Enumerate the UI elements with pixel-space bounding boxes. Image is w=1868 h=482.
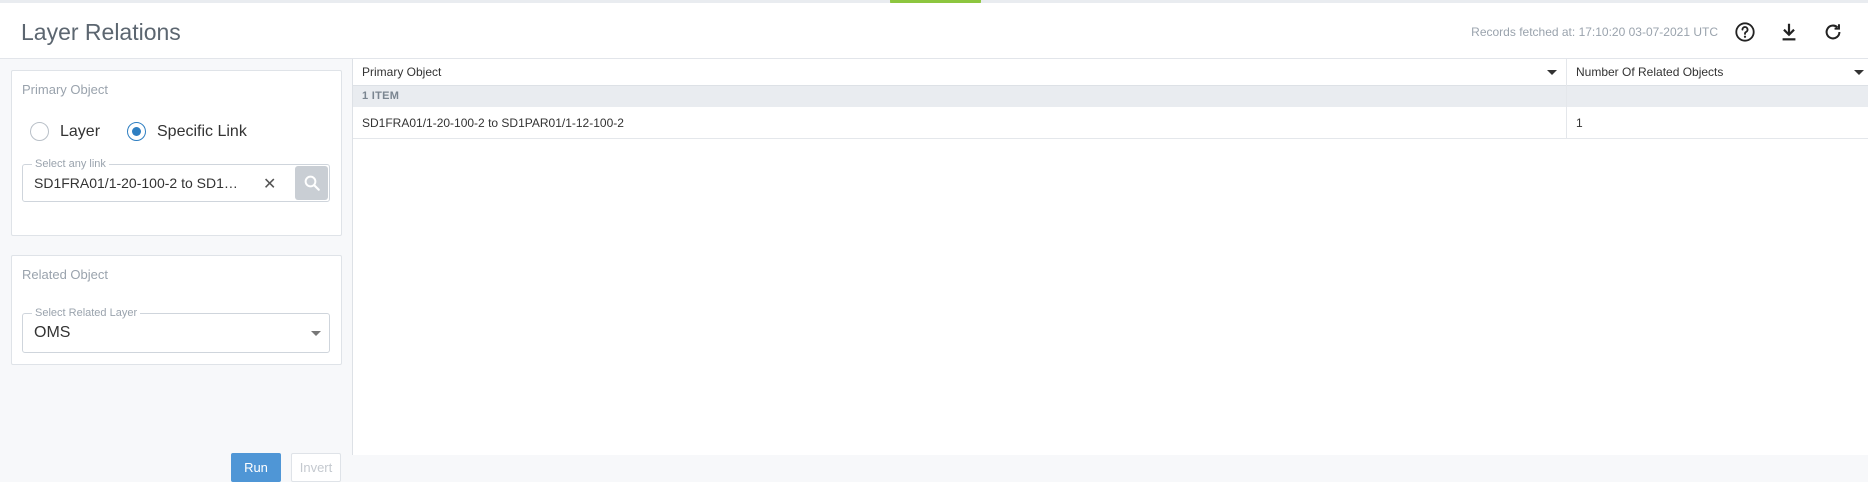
- records-fetched-timestamp: Records fetched at: 17:10:20 03-07-2021 …: [1471, 25, 1718, 39]
- specific-link-radio[interactable]: Specific Link: [127, 122, 247, 141]
- column-header-primary-object[interactable]: Primary Object: [362, 65, 441, 79]
- related-count-cell: 1: [1576, 116, 1583, 130]
- layer-radio-circle[interactable]: [30, 122, 49, 141]
- related-layer-select[interactable]: Select Related Layer OMS: [22, 306, 330, 353]
- primary-object-card: Primary Object Layer Specific Link Selec…: [11, 70, 342, 236]
- page-header: Layer Relations Records fetched at: 17:1…: [0, 3, 1868, 59]
- results-grid: Primary Object Number Of Related Objects…: [353, 59, 1868, 455]
- primary-object-title: Primary Object: [22, 82, 108, 97]
- column-menu-icon[interactable]: [1547, 70, 1557, 75]
- chevron-down-icon[interactable]: [311, 331, 321, 336]
- related-object-card: Related Object Select Related Layer OMS: [11, 255, 342, 365]
- related-layer-value[interactable]: OMS: [34, 324, 70, 342]
- search-icon: [304, 175, 320, 191]
- specific-link-radio-circle[interactable]: [127, 122, 146, 141]
- column-divider[interactable]: [1566, 59, 1567, 139]
- related-object-title: Related Object: [22, 267, 108, 282]
- download-icon[interactable]: [1777, 20, 1801, 44]
- related-layer-legend: Select Related Layer: [32, 306, 141, 320]
- table-row[interactable]: SD1FRA01/1-20-100-2 to SD1PAR01/1-12-100…: [353, 107, 1868, 139]
- link-select-legend: Select any link: [32, 157, 109, 171]
- clear-icon[interactable]: ✕: [263, 174, 276, 194]
- page-title: Layer Relations: [21, 19, 181, 45]
- link-select-value[interactable]: SD1FRA01/1-20-100-2 to SD1…: [34, 175, 238, 191]
- specific-link-radio-label: Specific Link: [157, 122, 247, 140]
- grid-header: Primary Object Number Of Related Objects: [353, 59, 1868, 86]
- column-header-related-count[interactable]: Number Of Related Objects: [1576, 65, 1723, 79]
- column-menu-icon[interactable]: [1854, 70, 1864, 75]
- search-button[interactable]: [295, 166, 328, 200]
- help-icon[interactable]: [1733, 20, 1757, 44]
- refresh-icon[interactable]: [1821, 20, 1845, 44]
- primary-object-cell: SD1FRA01/1-20-100-2 to SD1PAR01/1-12-100…: [362, 116, 624, 130]
- query-panel: Primary Object Layer Specific Link Selec…: [0, 59, 353, 482]
- invert-button: Invert: [291, 453, 341, 482]
- layer-radio-label: Layer: [60, 122, 101, 140]
- group-row[interactable]: 1 ITEM: [353, 86, 1868, 107]
- run-button[interactable]: Run: [231, 453, 281, 482]
- link-select-field[interactable]: Select any link SD1FRA01/1-20-100-2 to S…: [22, 157, 330, 202]
- layer-radio[interactable]: Layer: [30, 122, 100, 141]
- group-count-label: 1 ITEM: [362, 90, 400, 102]
